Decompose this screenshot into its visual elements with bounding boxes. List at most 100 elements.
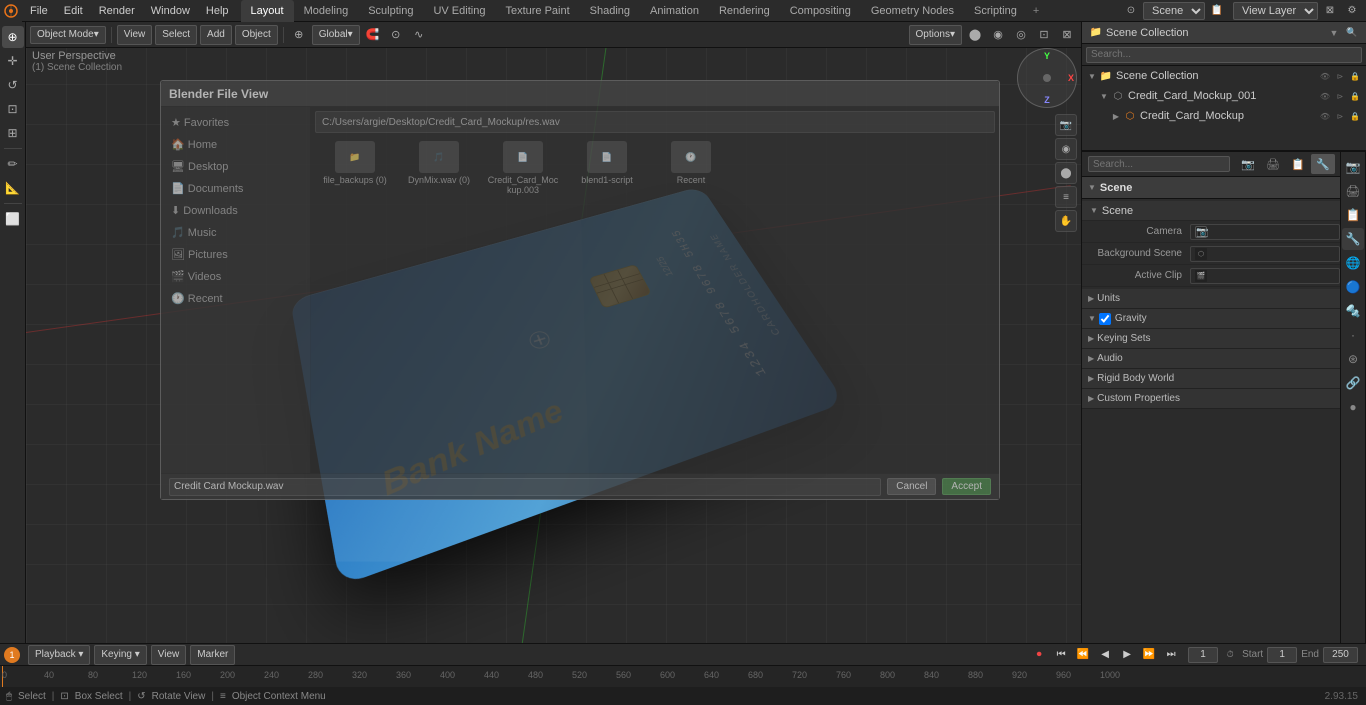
prop-material-icon[interactable]: ● (1342, 396, 1364, 418)
file-nav-home[interactable]: 🏠 Home (165, 133, 306, 155)
file-nav-pictures[interactable]: 🖼 Pictures (165, 243, 306, 265)
outliner-search-input[interactable] (1086, 47, 1362, 63)
active-clip-value[interactable]: 🎬 (1190, 268, 1340, 284)
tab-texture-paint[interactable]: Texture Paint (495, 0, 579, 22)
eye-icon-2[interactable]: 👁 (1318, 109, 1332, 123)
playback-menu[interactable]: Playback ▾ (28, 645, 90, 665)
viewport-shading-icon[interactable]: ◉ (1055, 138, 1077, 160)
tab-animation[interactable]: Animation (640, 0, 709, 22)
prop-particles-icon[interactable]: · (1342, 324, 1364, 346)
tab-compositing[interactable]: Compositing (780, 0, 861, 22)
outliner-search-icon[interactable]: 🔍 (1344, 25, 1360, 41)
view-layer-selector[interactable]: View Layer (1233, 2, 1318, 20)
tool-rotate[interactable]: ↺ (2, 74, 24, 96)
keying-sets-section[interactable]: ▶ Keying Sets (1082, 329, 1366, 349)
file-nav-desktop[interactable]: 🖥 Desktop (165, 155, 306, 177)
tool-cursor[interactable]: ⊕ (2, 26, 24, 48)
custom-props-section[interactable]: ▶ Custom Properties (1082, 389, 1366, 409)
file-item-2[interactable]: 🎵 DynMix.wav (0) (399, 137, 479, 199)
prop-constraints-icon[interactable]: 🔗 (1342, 372, 1364, 394)
select-icon-1[interactable]: ⊳ (1333, 89, 1347, 103)
scene-selector[interactable]: Scene (1143, 2, 1205, 20)
graph-icon[interactable]: ∿ (409, 25, 429, 45)
gizmo-z-label[interactable]: Z (1044, 95, 1050, 105)
file-item-4[interactable]: 📄 blend1-script (567, 137, 647, 199)
file-nav-music[interactable]: 🎵 Music (165, 221, 306, 243)
file-cancel-btn[interactable]: Cancel (887, 478, 936, 495)
tool-add-cube[interactable]: ⬜ (2, 208, 24, 230)
tab-modeling[interactable]: Modeling (294, 0, 359, 22)
prop-tab-view-layer[interactable]: 📋 (1286, 154, 1310, 174)
gizmo-y-label[interactable]: Y (1044, 51, 1050, 61)
record-btn[interactable]: ⏺ (1030, 646, 1048, 664)
file-name-input[interactable] (169, 478, 881, 496)
tab-geometry-nodes[interactable]: Geometry Nodes (861, 0, 964, 22)
timeline-ruler[interactable]: 0 40 80 120 160 200 240 280 320 360 400 … (0, 666, 1366, 688)
eye-icon-root[interactable]: 👁 (1318, 69, 1332, 83)
file-item-5[interactable]: 🕐 Recent (651, 137, 731, 199)
keying-menu[interactable]: Keying ▾ (94, 645, 146, 665)
file-nav-documents[interactable]: 📄 Documents (165, 177, 306, 199)
scene-subsection-header[interactable]: ▼ Scene (1082, 201, 1366, 221)
proportional-icon[interactable]: ⊙ (386, 25, 406, 45)
file-item-3[interactable]: 📄 Credit_Card_Mockup.003 (483, 137, 563, 199)
prop-physics-icon[interactable]: ⊛ (1342, 348, 1364, 370)
add-workspace-button[interactable]: + (1027, 3, 1045, 19)
prop-tab-output[interactable]: 🖨 (1261, 154, 1285, 174)
jump-first-btn[interactable]: ⏮ (1052, 646, 1070, 664)
play-btn[interactable]: ▶ (1118, 646, 1136, 664)
play-reverse-btn[interactable]: ◀ (1096, 646, 1114, 664)
tool-scale[interactable]: ⊡ (2, 98, 24, 120)
tool-measure[interactable]: 📐 (2, 177, 24, 199)
menu-file[interactable]: File (22, 0, 56, 22)
file-path-bar[interactable]: C:/Users/argie/Desktop/Credit_Card_Mocku… (315, 111, 995, 133)
global-selector[interactable]: Global ▾ (312, 25, 360, 45)
viewport-shading-rendered[interactable]: ◎ (1011, 25, 1031, 45)
transform-icon[interactable]: ⊕ (289, 25, 309, 45)
outliner-filter-icon[interactable]: ▼ (1326, 25, 1342, 41)
gravity-checkbox[interactable] (1099, 313, 1111, 325)
viewport-shading-solid[interactable]: ⬤ (965, 25, 985, 45)
tab-rendering[interactable]: Rendering (709, 0, 780, 22)
tab-layout[interactable]: Layout (241, 0, 294, 22)
marker-menu[interactable]: Marker (190, 645, 235, 665)
xray-toggle[interactable]: ⊠ (1057, 25, 1077, 45)
camera-value[interactable]: 📷 (1190, 224, 1340, 240)
options-btn[interactable]: Options ▾ (909, 25, 963, 45)
gizmo-x-label[interactable]: X (1068, 73, 1074, 83)
prop-output-icon[interactable]: 🖨 (1342, 180, 1364, 202)
select-menu[interactable]: Select (155, 25, 197, 45)
file-nav-videos[interactable]: 🎬 Videos (165, 265, 306, 287)
viewport-rendered-icon[interactable]: ⬤ (1055, 162, 1077, 184)
prop-view-layer-icon[interactable]: 📋 (1342, 204, 1364, 226)
prop-tab-scene[interactable]: 🔧 (1311, 154, 1335, 174)
prop-render-icon[interactable]: 📷 (1342, 156, 1364, 178)
tool-transform[interactable]: ⊞ (2, 122, 24, 144)
collection-item-1[interactable]: ▼ ⬡ Credit_Card_Mockup_001 👁 ⊳ 🔒 (1082, 86, 1366, 106)
file-nav-downloads[interactable]: ⬇ Downloads (165, 199, 306, 221)
select-icon-2[interactable]: ⊳ (1333, 109, 1347, 123)
step-fwd-btn[interactable]: ⏩ (1140, 646, 1158, 664)
gravity-section[interactable]: ▼ Gravity (1082, 309, 1366, 329)
units-section[interactable]: ▶ Units (1082, 289, 1366, 309)
settings-icon[interactable]: ⚙ (1342, 2, 1362, 20)
start-frame-input[interactable] (1267, 647, 1297, 663)
viewport-overlay-icon[interactable]: ≡ (1055, 186, 1077, 208)
overlay-toggle[interactable]: ⊡ (1034, 25, 1054, 45)
menu-window[interactable]: Window (143, 0, 198, 22)
rigid-body-section[interactable]: ▶ Rigid Body World (1082, 369, 1366, 389)
hide-icon-2[interactable]: 🔒 (1348, 109, 1362, 123)
blender-logo[interactable] (0, 0, 22, 22)
viewport-shading-material[interactable]: ◉ (988, 25, 1008, 45)
view-menu[interactable]: View (117, 25, 153, 45)
menu-help[interactable]: Help (198, 0, 237, 22)
viewport-hand-icon[interactable]: ✋ (1055, 210, 1077, 232)
file-nav-favorites[interactable]: ★ Favorites (165, 111, 306, 133)
prop-scene-icon[interactable]: 🔧 (1342, 228, 1364, 250)
eye-icon-1[interactable]: 👁 (1318, 89, 1332, 103)
collection-item-2[interactable]: ▶ ⬡ Credit_Card_Mockup 👁 ⊳ 🔒 (1082, 106, 1366, 126)
jump-last-btn[interactable]: ⏭ (1162, 646, 1180, 664)
hide-icon-1[interactable]: 🔒 (1348, 89, 1362, 103)
add-menu[interactable]: Add (200, 25, 232, 45)
tab-sculpting[interactable]: Sculpting (358, 0, 423, 22)
